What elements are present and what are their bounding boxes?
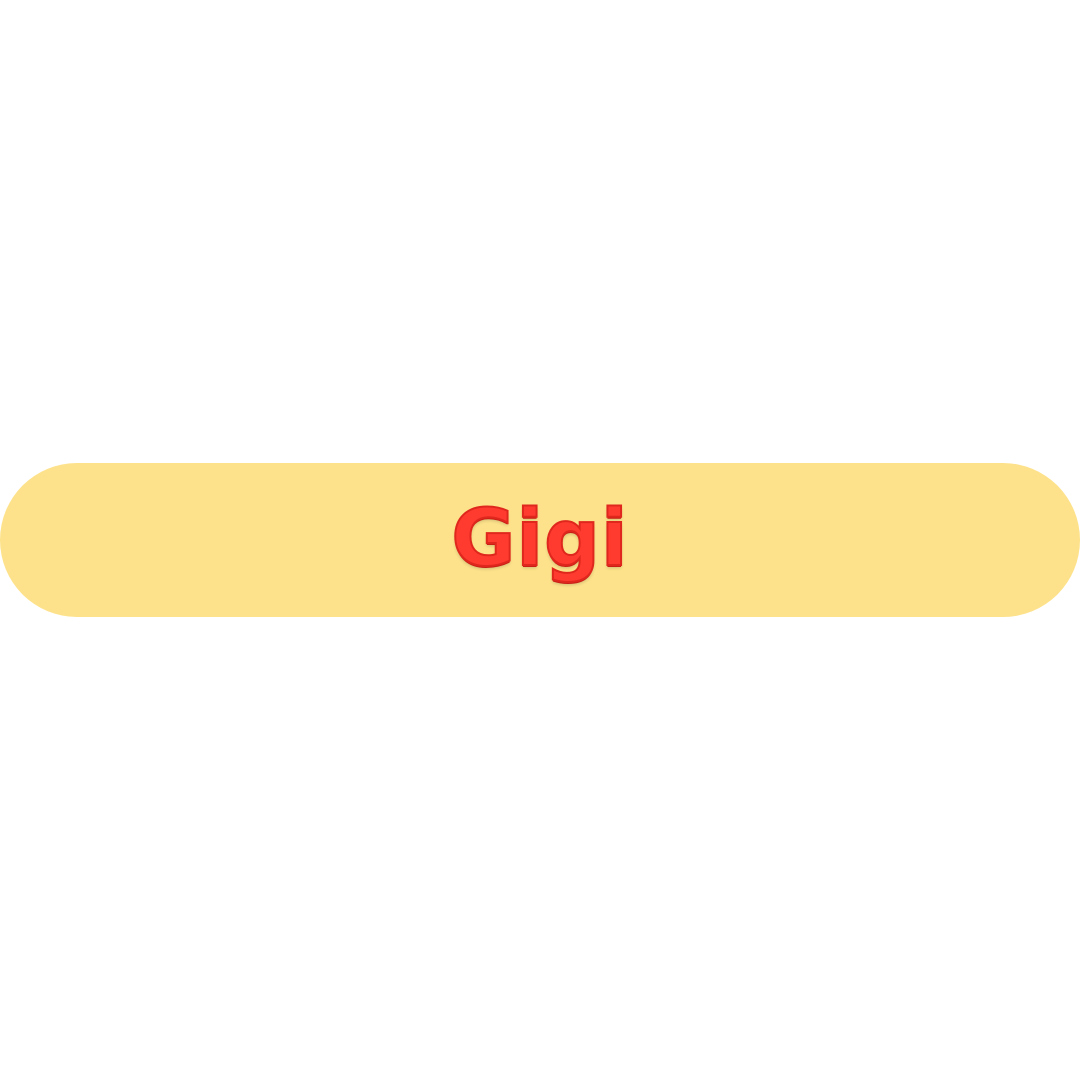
name-banner: Gigi bbox=[0, 463, 1080, 617]
canvas: Gigi bbox=[0, 0, 1080, 1080]
banner-text: Gigi bbox=[450, 494, 629, 584]
